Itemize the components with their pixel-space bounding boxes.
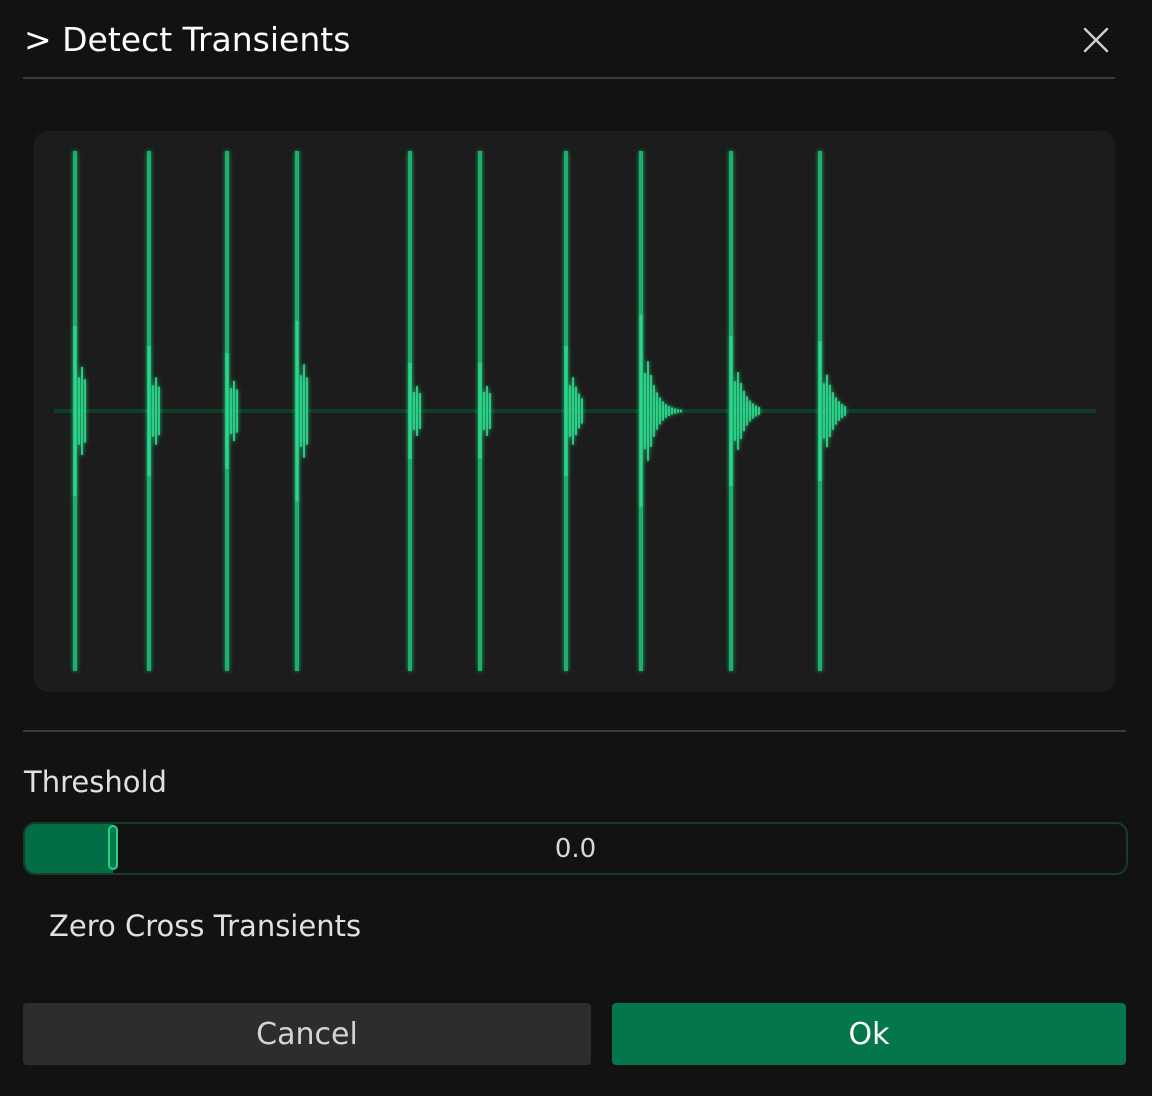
threshold-slider[interactable]: 0.0 <box>23 822 1128 875</box>
threshold-slider-handle[interactable] <box>108 825 119 870</box>
close-icon <box>1083 27 1109 53</box>
waveform-display <box>34 131 1115 692</box>
dialog-title: > Detect Transients <box>24 20 351 59</box>
threshold-label: Threshold <box>24 765 167 799</box>
threshold-value: 0.0 <box>554 833 597 864</box>
section-divider <box>23 730 1126 732</box>
waveform-svg <box>54 151 1096 671</box>
title-divider <box>23 77 1115 79</box>
zero-cross-transients-toggle[interactable]: Zero Cross Transients <box>49 906 361 946</box>
cancel-button[interactable]: Cancel <box>23 1003 591 1065</box>
close-button[interactable] <box>1074 18 1118 62</box>
ok-button[interactable]: Ok <box>612 1003 1126 1065</box>
